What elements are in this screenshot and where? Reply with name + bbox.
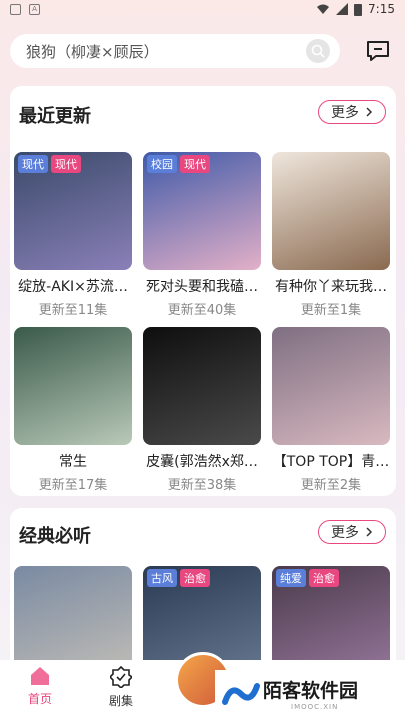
app-notification-icon bbox=[10, 4, 21, 15]
drama-title: 死对头要和我磕… bbox=[146, 279, 258, 295]
drama-item[interactable]: 校园 现代死对头要和我磕… 更新至40集 bbox=[143, 152, 261, 318]
home-icon bbox=[31, 667, 49, 685]
battery-icon bbox=[354, 3, 363, 16]
watermark-logo-icon bbox=[222, 683, 260, 705]
episode-status: 更新至17集 bbox=[38, 478, 108, 493]
message-button[interactable] bbox=[366, 40, 390, 62]
drama-item[interactable]: 现代 现代绽放-AKI×苏流… 更新至11集 bbox=[14, 152, 132, 318]
chevron-right-icon bbox=[366, 107, 373, 117]
nav-drama[interactable]: 剧集 bbox=[97, 666, 145, 709]
drama-title: 常生 bbox=[59, 454, 87, 470]
classic-more-button[interactable]: 更多 bbox=[318, 520, 386, 544]
episode-status: 更新至40集 bbox=[167, 303, 237, 318]
message-icon bbox=[367, 41, 389, 61]
status-bar: A 7:15 bbox=[0, 0, 405, 22]
section-title-recent: 最近更新 bbox=[19, 106, 91, 127]
episode-status: 更新至11集 bbox=[38, 303, 108, 318]
drama-title: 有种你丫来玩我… bbox=[275, 279, 387, 295]
drama-title: 皮囊(郭浩然x郑… bbox=[146, 454, 258, 470]
more-label: 更多 bbox=[331, 525, 359, 541]
search-bar[interactable]: 狼狗（柳凄×顾辰） bbox=[10, 34, 340, 68]
drama-icon bbox=[110, 666, 132, 688]
genre-tag: 现代 bbox=[18, 155, 48, 173]
genre-tag: 古风 bbox=[147, 569, 177, 587]
section-title-classic: 经典必听 bbox=[19, 526, 91, 547]
episode-status: 更新至1集 bbox=[300, 303, 362, 318]
episode-status: 更新至2集 bbox=[300, 478, 362, 493]
more-label: 更多 bbox=[331, 105, 359, 121]
drama-item[interactable]: 【TOP TOP】青… 更新至2集 bbox=[272, 327, 390, 493]
drama-cover[interactable] bbox=[143, 327, 261, 445]
drama-cover[interactable]: 校园 现代 bbox=[143, 152, 261, 270]
genre-tag: 治愈 bbox=[309, 569, 339, 587]
drama-cover[interactable]: 现代 现代 bbox=[14, 152, 132, 270]
watermark-subtext: IMOOC.XIN bbox=[291, 703, 339, 711]
drama-item[interactable]: 皮囊(郭浩然x郑… 更新至38集 bbox=[143, 327, 261, 493]
genre-tag: 校园 bbox=[147, 155, 177, 173]
genre-tag: 现代 bbox=[51, 155, 81, 173]
watermark: 陌客软件园 IMOOC.XIN bbox=[215, 670, 405, 720]
nav-home-label: 首页 bbox=[27, 692, 52, 706]
genre-tag: 治愈 bbox=[180, 569, 210, 587]
drama-item[interactable]: 常生更新至17集 bbox=[14, 327, 132, 493]
genre-tag: 现代 bbox=[180, 155, 210, 173]
wifi-icon bbox=[317, 4, 330, 14]
search-icon bbox=[311, 44, 325, 58]
drama-cover[interactable] bbox=[272, 152, 390, 270]
episode-status: 更新至38集 bbox=[167, 478, 237, 493]
genre-tag: 纯爱 bbox=[276, 569, 306, 587]
text-notification-icon: A bbox=[29, 4, 40, 15]
nav-home[interactable]: 首页 bbox=[16, 666, 64, 707]
status-time: 7:15 bbox=[368, 2, 395, 16]
drama-title: 绽放-AKI×苏流… bbox=[18, 279, 128, 295]
chevron-right-icon bbox=[366, 527, 373, 537]
drama-item[interactable]: 有种你丫来玩我… 更新至1集 bbox=[272, 152, 390, 318]
watermark-text: 陌客软件园 bbox=[263, 680, 359, 702]
search-input[interactable]: 狼狗（柳凄×顾辰） bbox=[26, 41, 159, 62]
drama-title: 【TOP TOP】青… bbox=[272, 454, 390, 470]
nav-drama-label: 剧集 bbox=[108, 694, 133, 708]
search-button[interactable] bbox=[306, 39, 330, 63]
recent-updates-section: 最近更新 更多 现代 现代 绽放-AKI×苏流… 更新至11集 校园 现代 死对头要和我磕…… bbox=[10, 86, 396, 496]
drama-cover[interactable] bbox=[14, 327, 132, 445]
recent-more-button[interactable]: 更多 bbox=[318, 100, 386, 124]
drama-cover[interactable] bbox=[272, 327, 390, 445]
signal-icon bbox=[336, 3, 349, 15]
